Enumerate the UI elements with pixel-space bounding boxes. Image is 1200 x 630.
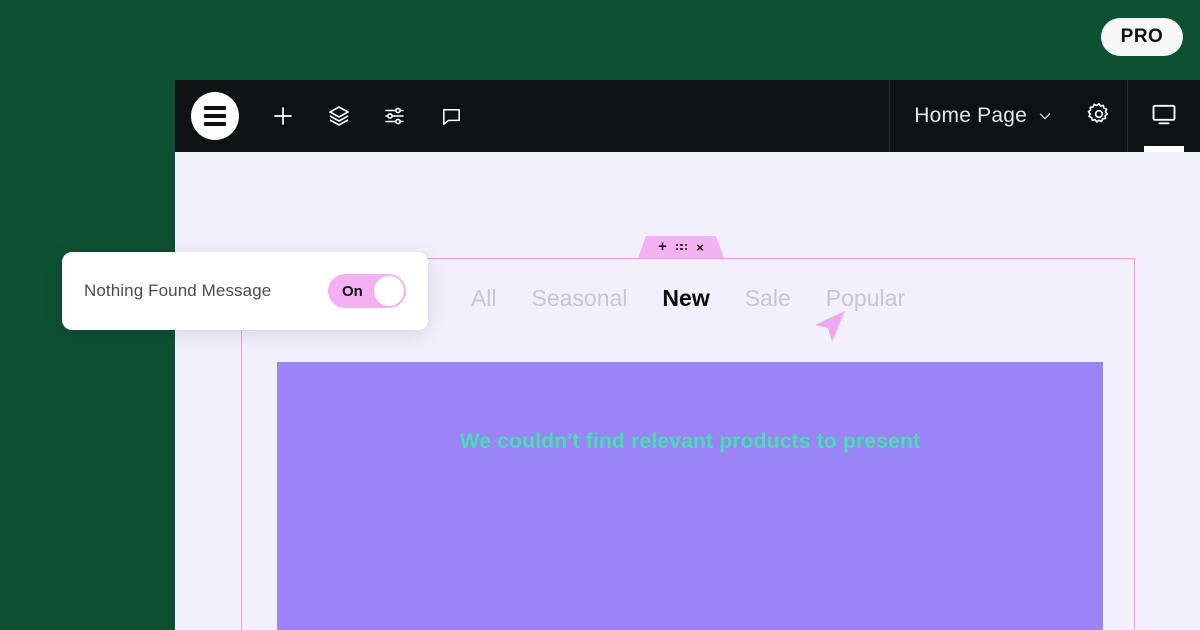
widget-add-button[interactable]: + — [658, 239, 667, 254]
filter-tab-popular[interactable]: Popular — [826, 285, 905, 312]
topbar-left-group — [175, 80, 479, 152]
site-settings-button[interactable] — [367, 80, 423, 152]
editor-topbar: Home Page — [175, 80, 1200, 152]
products-panel: We couldn't find relevant products to pr… — [277, 362, 1103, 630]
toggle-state-label: On — [342, 282, 363, 300]
layers-button[interactable] — [311, 80, 367, 152]
pro-badge-label: PRO — [1120, 26, 1164, 47]
hamburger-menu-icon — [204, 114, 226, 118]
comment-bubble-icon — [440, 105, 463, 128]
editor-canvas: + × All Seasonal New Sale Popular We cou… — [175, 152, 1200, 630]
widget-toolbar-handle: + × — [638, 236, 724, 258]
layers-icon — [327, 104, 351, 128]
add-element-button[interactable] — [255, 80, 311, 152]
toggle-knob[interactable] — [374, 276, 404, 306]
nothing-found-message-text: We couldn't find relevant products to pr… — [459, 430, 921, 453]
desktop-monitor-icon — [1150, 100, 1178, 133]
comments-button[interactable] — [423, 80, 479, 152]
pro-badge[interactable]: PRO — [1101, 18, 1183, 56]
hamburger-menu-icon — [204, 106, 226, 110]
plus-icon — [271, 104, 295, 128]
screenshot-root: PRO Home Page + × All Seasonal New Sale … — [0, 0, 1200, 630]
setting-label: Nothing Found Message — [84, 281, 272, 300]
hamburger-menu-icon — [204, 122, 226, 126]
filter-tab-all[interactable]: All — [471, 285, 497, 312]
responsive-mode-desktop-button[interactable] — [1128, 80, 1200, 152]
nothing-found-message-setting-card: Nothing Found Message On — [62, 252, 428, 330]
page-settings-button[interactable] — [1071, 80, 1127, 152]
page-name-label[interactable]: Home Page — [914, 104, 1027, 128]
filter-tab-sale[interactable]: Sale — [745, 285, 791, 312]
filter-tab-new[interactable]: New — [662, 285, 709, 312]
sliders-icon — [383, 104, 407, 128]
editor-window: Home Page + × All Seasonal New Sale Popu… — [175, 80, 1200, 630]
gear-icon — [1086, 101, 1112, 132]
chevron-down-icon[interactable] — [1037, 108, 1053, 124]
filter-tab-seasonal[interactable]: Seasonal — [532, 285, 628, 312]
hamburger-menu-button[interactable] — [191, 92, 239, 140]
page-selector[interactable]: Home Page — [890, 80, 1057, 152]
widget-close-button[interactable]: × — [696, 241, 704, 254]
drag-dots-icon[interactable] — [676, 244, 687, 251]
nothing-found-message-toggle[interactable]: On — [328, 274, 406, 308]
